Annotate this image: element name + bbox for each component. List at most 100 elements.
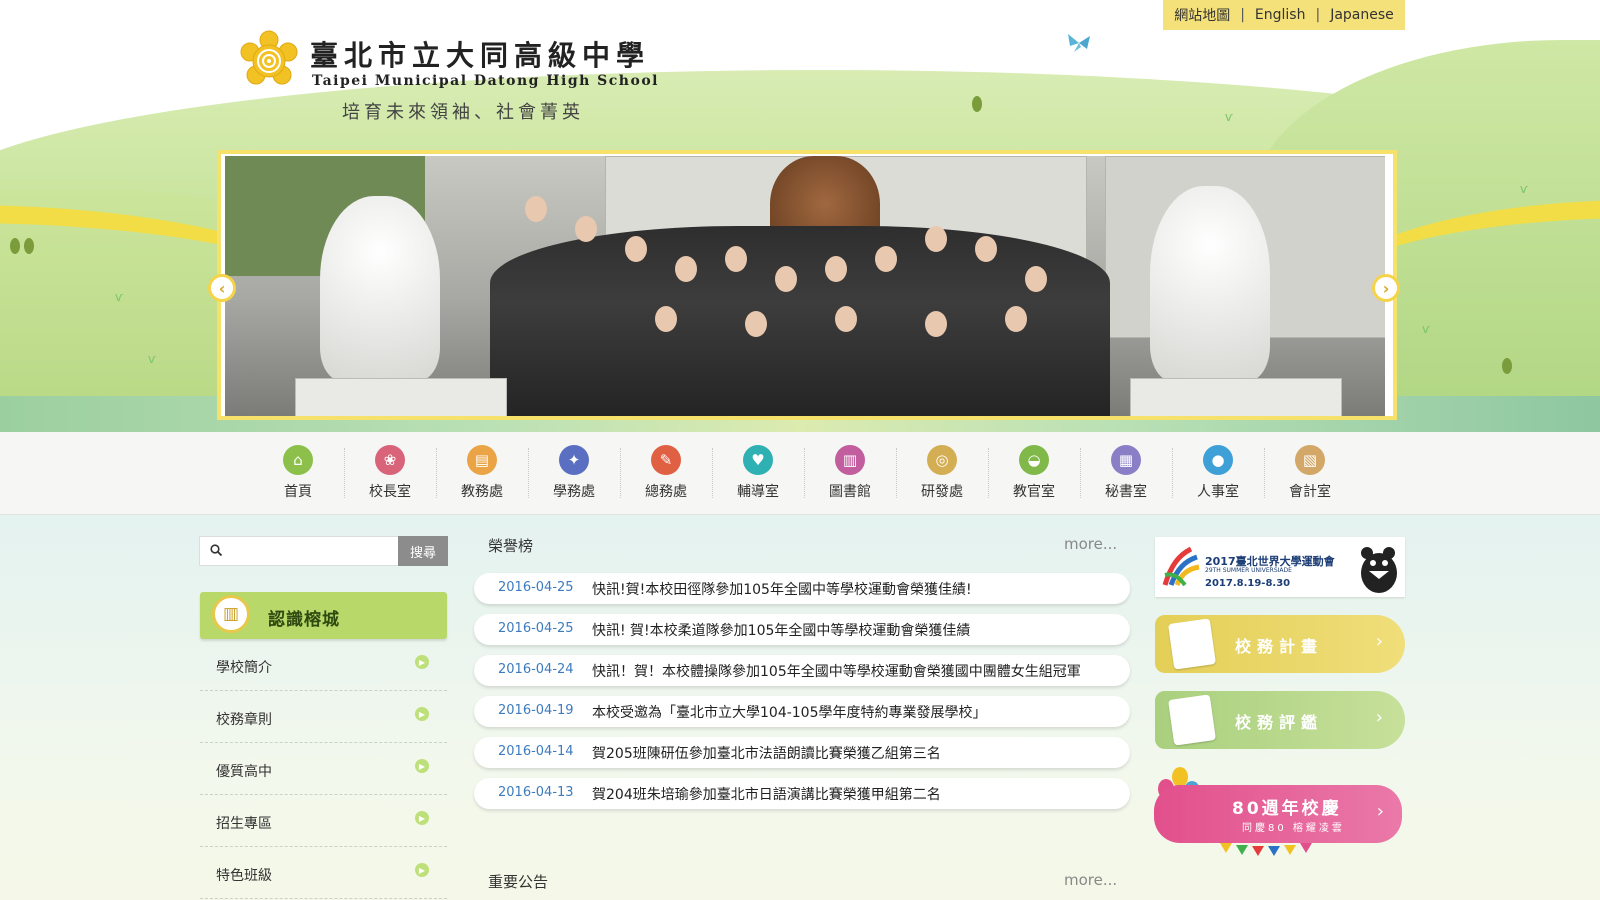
grass-decor: ѵ <box>1225 110 1233 124</box>
arrow-right-icon: ▶ <box>415 811 429 825</box>
news-item[interactable]: 2016-04-19 本校受邀為「臺北市立大學104-105學年度特約專業發展學校… <box>474 696 1130 727</box>
universiade-date: 2017.8.19-8.30 <box>1205 578 1291 589</box>
news-item[interactable]: 2016-04-25 快訊!賀!本校田徑隊參加105年全國中等學校運動會榮獲佳績! <box>474 573 1130 604</box>
announcements-title: 重要公告 <box>488 873 549 891</box>
school-name-english: Taipei Municipal Datong High School <box>312 73 659 89</box>
checklist-icon <box>1168 694 1216 746</box>
news-headline: 賀204班朱培瑜參加臺北市日語演講比賽榮獲甲組第二名 <box>592 787 941 803</box>
decor-seed <box>1502 358 1512 374</box>
book-icon: ▤ <box>467 445 497 475</box>
universiade-subtitle: 29TH SUMMER UNIVERSIADE <box>1205 567 1292 574</box>
news-item[interactable]: 2016-04-13 賀204班朱培瑜參加臺北市日語演講比賽榮獲甲組第二名 <box>474 778 1130 809</box>
news-date: 2016-04-13 <box>498 785 574 800</box>
universiade-logo-icon <box>1162 546 1200 587</box>
announcements-more-link[interactable]: more... <box>1064 871 1117 889</box>
sidebar-item-label: 特色班級 <box>216 868 272 884</box>
header-banner: ѵ ѵ ѵ ѵ ѵ 臺北市立大同高級中學 Taipei Municipal Da… <box>0 0 1600 432</box>
building-icon: ▥ <box>212 595 250 633</box>
nav-item-9[interactable]: ▦ 秘書室 <box>1080 432 1172 514</box>
sidebar-item-label: 學校簡介 <box>216 660 272 676</box>
news-headline: 本校受邀為「臺北市立大學104-105學年度特約專業發展學校」 <box>592 705 987 721</box>
news-item[interactable]: 2016-04-14 賀205班陳研伍參加臺北市法語朗讀比賽榮獲乙組第三名 <box>474 737 1130 768</box>
nav-item-7[interactable]: ◎ 研發處 <box>896 432 988 514</box>
decor-seed <box>10 238 20 254</box>
nav-item-10[interactable]: ● 人事室 <box>1172 432 1264 514</box>
arrow-right-icon: ▶ <box>415 863 429 877</box>
chevron-right-icon: › <box>1376 801 1384 822</box>
sidebar-list: 學校簡介 ▶ 校務章則 ▶ 優質高中 ▶ 招生專區 ▶ 特色班級 ▶ <box>200 639 447 899</box>
search-icon <box>210 544 222 556</box>
news-item[interactable]: 2016-04-25 快訊! 賀!本校柔道隊參加105年全國中等學校運動會榮獲佳績 <box>474 614 1130 645</box>
nav-item-8[interactable]: ◒ 教官室 <box>988 432 1080 514</box>
flower-icon: ❀ <box>375 445 405 475</box>
search-bar: 搜尋 <box>199 536 449 566</box>
sidebar-item-label: 優質高中 <box>216 764 272 780</box>
arrow-right-icon: ▶ <box>415 707 429 721</box>
sidebar-item-label: 校務章則 <box>216 712 272 728</box>
carousel-prev-button[interactable]: ‹ <box>208 274 236 302</box>
grass-decor: ѵ <box>1520 182 1528 196</box>
sidebar-item[interactable]: 校務章則 ▶ <box>200 691 447 743</box>
school-name: 臺北市立大同高級中學 <box>310 39 651 72</box>
japanese-link[interactable]: Japanese <box>1330 7 1394 23</box>
top-links-bar: 網站地圖 | English | Japanese <box>1163 0 1405 30</box>
anniversary-subtitle: 同慶80 榕耀凌雲 <box>1242 823 1345 834</box>
search-input[interactable] <box>232 539 396 565</box>
sidebar-item[interactable]: 招生專區 ▶ <box>200 795 447 847</box>
nav-label: 教務處 <box>461 484 503 500</box>
news-date: 2016-04-14 <box>498 744 574 759</box>
news-headline: 賀205班陳研伍參加臺北市法語朗讀比賽榮獲乙組第三名 <box>592 746 941 762</box>
person-icon: ● <box>1203 445 1233 475</box>
school-plan-banner[interactable]: 校務計畫 › <box>1155 615 1405 673</box>
news-date: 2016-04-19 <box>498 703 574 718</box>
carousel-next-button[interactable]: › <box>1372 274 1400 302</box>
document-icon <box>1168 618 1216 670</box>
nav-label: 輔導室 <box>737 484 779 500</box>
sitemap-link[interactable]: 網站地圖 <box>1174 5 1230 25</box>
nav-item-11[interactable]: ▧ 會計室 <box>1264 432 1356 514</box>
search-button[interactable]: 搜尋 <box>398 536 448 566</box>
school-slogan: 培育未來領袖、社會菁英 <box>342 102 584 123</box>
nav-label: 圖書館 <box>829 484 871 500</box>
news-headline: 快訊!賀!本校田徑隊參加105年全國中等學校運動會榮獲佳績! <box>592 582 972 598</box>
main-nav: ⌂ 首頁 ❀ 校長室 ▤ 教務處 ✦ 學務處 ✎ 總務處 ♥ 輔導室 ▥ 圖書館 ◎ 研發處 ◒ 教官室 ▦ 秘書室 ●… <box>0 432 1600 515</box>
runner-icon: ✦ <box>559 445 589 475</box>
carousel-photo[interactable] <box>225 156 1385 416</box>
nav-item-0[interactable]: ⌂ 首頁 <box>252 432 344 514</box>
decor-seed <box>972 96 982 112</box>
nav-item-1[interactable]: ❀ 校長室 <box>344 432 436 514</box>
nav-item-4[interactable]: ✎ 總務處 <box>620 432 712 514</box>
nav-item-5[interactable]: ♥ 輔導室 <box>712 432 804 514</box>
news-item[interactable]: 2016-04-24 快訊！賀！本校體操隊參加105年全國中等學校運動會榮獲國中團… <box>474 655 1130 686</box>
arrow-right-icon: ▶ <box>415 655 429 669</box>
news-list: 2016-04-25 快訊!賀!本校田徑隊參加105年全國中等學校運動會榮獲佳績!… <box>474 573 1130 819</box>
nav-item-6[interactable]: ▥ 圖書館 <box>804 432 896 514</box>
nav-label: 研發處 <box>921 484 963 500</box>
nav-item-2[interactable]: ▤ 教務處 <box>436 432 528 514</box>
nav-item-3[interactable]: ✦ 學務處 <box>528 432 620 514</box>
sidebar-item[interactable]: 特色班級 ▶ <box>200 847 447 899</box>
anniversary-banner[interactable]: 80週年校慶 同慶80 榕耀凌雲 › <box>1150 767 1406 859</box>
news-date: 2016-04-24 <box>498 662 574 677</box>
nav-label: 人事室 <box>1197 484 1239 500</box>
sidebar-item[interactable]: 優質高中 ▶ <box>200 743 447 795</box>
school-emblem-icon <box>240 30 298 85</box>
universiade-banner[interactable]: 2017臺北世界大學運動會 29TH SUMMER UNIVERSIADE 20… <box>1155 537 1405 597</box>
news-more-link[interactable]: more... <box>1064 535 1117 553</box>
news-headline: 快訊! 賀!本校柔道隊參加105年全國中等學校運動會榮獲佳績 <box>592 623 971 639</box>
school-plan-label: 校務計畫 <box>1235 637 1324 656</box>
wrench-icon: ✎ <box>651 445 681 475</box>
home-icon: ⌂ <box>283 445 313 475</box>
school-review-banner[interactable]: 校務評鑑 › <box>1155 691 1405 749</box>
english-link[interactable]: English <box>1255 7 1306 23</box>
nav-label: 學務處 <box>553 484 595 500</box>
lion-statue-right <box>1150 186 1270 381</box>
library-icon: ▥ <box>835 445 865 475</box>
anniversary-title: 80週年校慶 <box>1232 799 1342 819</box>
sidebar-item[interactable]: 學校簡介 ▶ <box>200 639 447 691</box>
heart-icon: ♥ <box>743 445 773 475</box>
news-date: 2016-04-25 <box>498 580 574 595</box>
chevron-right-icon: › <box>1375 707 1383 728</box>
nav-label: 會計室 <box>1289 484 1331 500</box>
nav-label: 教官室 <box>1013 484 1055 500</box>
